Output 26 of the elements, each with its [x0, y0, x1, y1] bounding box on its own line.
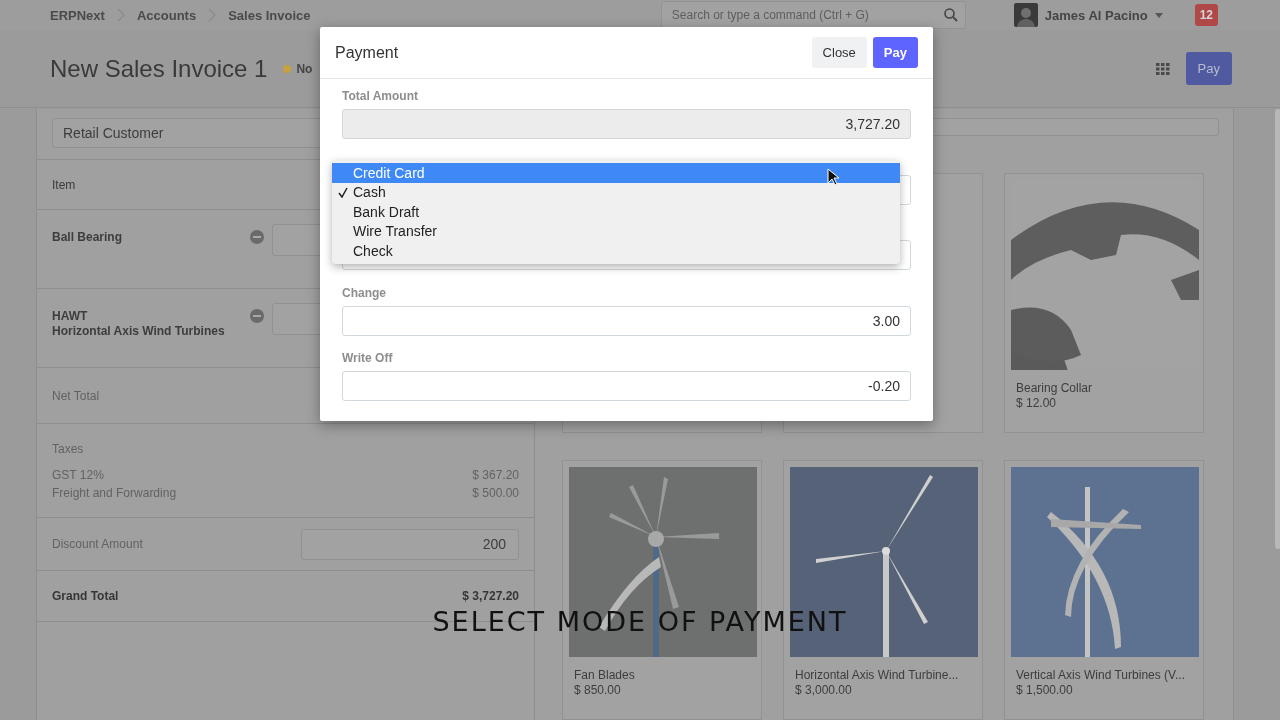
grand-total-value: $ 3,727.20: [462, 589, 519, 603]
taxes-label: Taxes: [52, 442, 85, 456]
dialog-title: Payment: [335, 43, 399, 62]
tax-name: Freight and Forwarding: [52, 485, 177, 502]
product-name: Fan Blades: [573, 668, 636, 683]
tax-amount: $ 367.20: [472, 467, 519, 484]
field-label: Write Off: [342, 351, 393, 365]
product-price: $ 850.00: [573, 683, 622, 698]
tax-name: GST 12%: [52, 467, 104, 484]
column-header: Item: [52, 177, 76, 192]
product-name: Horizontal Axis Wind Turbine...: [794, 668, 960, 683]
product-name: Vertical Axis Wind Turbines (V...: [1015, 668, 1186, 683]
status-label: No: [296, 61, 313, 76]
field-label: Total Amount: [342, 89, 418, 103]
product-name: Bearing Collar: [1015, 381, 1094, 396]
tax-amount: $ 500.00: [472, 485, 519, 502]
product-price: $ 3,000.00: [794, 683, 853, 698]
net-total-label: Net Total: [52, 388, 100, 403]
product-price: $ 1,500.00: [1015, 683, 1074, 698]
item-name: Ball Bearing: [52, 230, 124, 245]
product-price: $ 12.00: [1015, 396, 1058, 411]
discount-label: Discount Amount: [52, 537, 143, 551]
field-label: Change: [342, 285, 386, 300]
page-title: New Sales Invoice 1: [50, 54, 268, 83]
item-name: HAWT Horizontal Axis Wind Turbines: [52, 309, 226, 339]
grand-total-label: Grand Total: [52, 589, 119, 603]
